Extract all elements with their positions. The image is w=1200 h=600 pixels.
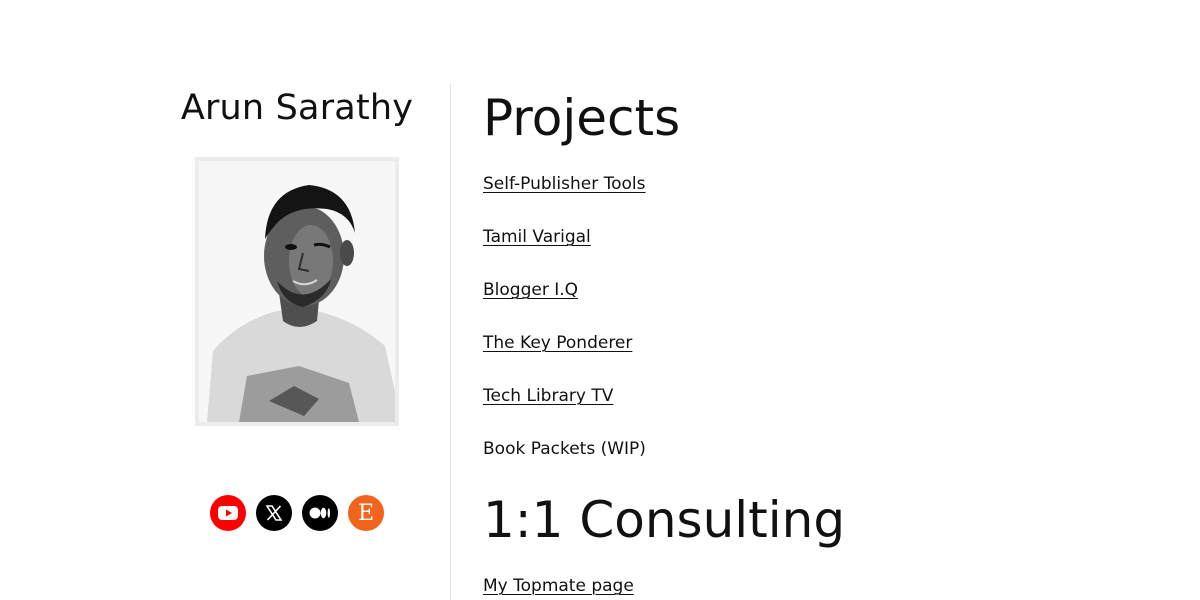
youtube-icon	[218, 506, 238, 520]
page: Arun Sarathy E Projects Self-Publisher T…	[0, 0, 1200, 600]
social-links: E	[210, 495, 384, 531]
profile-column: Arun Sarathy E	[150, 84, 450, 600]
list-item: The Key Ponderer	[483, 332, 646, 354]
topmate-link[interactable]: My Topmate page	[483, 576, 634, 596]
medium-icon	[309, 507, 330, 519]
portrait-photo	[195, 157, 399, 426]
projects-heading: Projects	[483, 89, 681, 147]
svg-text:E: E	[358, 502, 374, 524]
youtube-link[interactable]	[210, 495, 246, 531]
list-item: Self-Publisher Tools	[483, 173, 646, 195]
x-link[interactable]	[256, 495, 292, 531]
portrait-image	[199, 161, 395, 422]
column-divider	[450, 84, 451, 600]
medium-link[interactable]	[302, 495, 338, 531]
list-item: Tamil Varigal	[483, 226, 646, 248]
project-label-book-packets: Book Packets (WIP)	[483, 439, 646, 459]
project-link-tamil-varigal[interactable]: Tamil Varigal	[483, 227, 591, 247]
list-item: Book Packets (WIP)	[483, 438, 646, 460]
project-link-self-publisher-tools[interactable]: Self-Publisher Tools	[483, 174, 646, 194]
project-link-tech-library-tv[interactable]: Tech Library TV	[483, 386, 613, 406]
consulting-list: My Topmate page	[483, 575, 634, 600]
projects-list: Self-Publisher Tools Tamil Varigal Blogg…	[483, 173, 646, 491]
etsy-link[interactable]: E	[348, 495, 384, 531]
consulting-heading: 1:1 Consulting	[483, 491, 846, 549]
list-item: My Topmate page	[483, 575, 634, 597]
list-item: Blogger I.Q	[483, 279, 646, 301]
project-link-blogger-iq[interactable]: Blogger I.Q	[483, 280, 578, 300]
x-icon	[265, 505, 283, 521]
project-link-the-key-ponderer[interactable]: The Key Ponderer	[483, 333, 632, 353]
profile-name: Arun Sarathy	[180, 88, 414, 128]
etsy-icon: E	[358, 502, 374, 524]
list-item: Tech Library TV	[483, 385, 646, 407]
